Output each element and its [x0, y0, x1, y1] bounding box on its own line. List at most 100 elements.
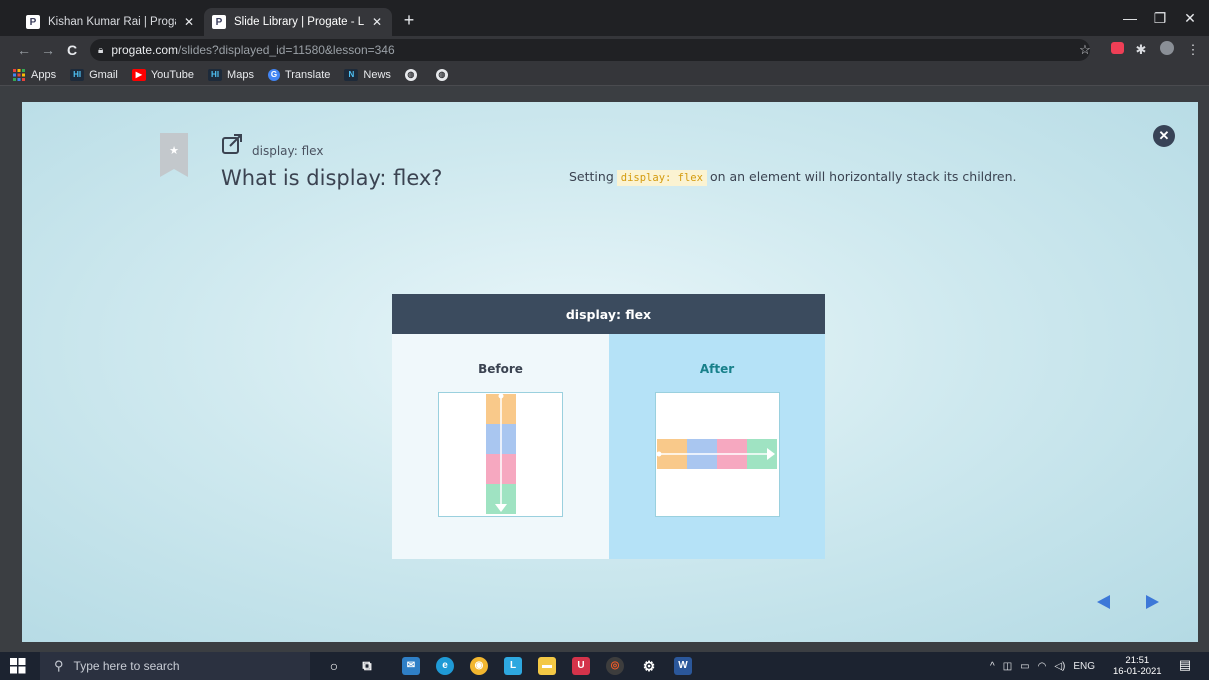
app-l-icon[interactable]: L [504, 657, 522, 675]
tray-chevron-icon[interactable]: ^ [990, 661, 995, 672]
translate-icon: G [267, 68, 280, 81]
slide-modal: ★ display: flex What is display: flex? S… [22, 102, 1198, 642]
after-demo-box [655, 392, 780, 517]
profile-icon[interactable] [1158, 41, 1176, 59]
clock-time: 21:51 [1125, 655, 1150, 666]
bookmark-translate[interactable]: G Translate [267, 68, 331, 81]
new-tab-button[interactable]: + [398, 10, 420, 32]
pocket-icon[interactable] [1108, 41, 1126, 59]
previous-slide-arrow-icon[interactable] [1094, 592, 1114, 612]
tab-title: Slide Library | Progate - Learn to [234, 16, 364, 28]
mail-icon[interactable]: ✉ [402, 657, 420, 675]
taskbar-search-box[interactable]: ⚲ Type here to search [40, 652, 310, 680]
progate-favicon-icon: P [26, 15, 40, 29]
reload-button[interactable]: C [62, 38, 82, 62]
gmail-icon: HI [70, 68, 85, 81]
back-button[interactable]: ← [14, 38, 34, 62]
before-label: Before [478, 362, 523, 376]
after-panel: After [609, 334, 825, 559]
bookmark-label: Gmail [89, 68, 118, 81]
browser-tab[interactable]: P Kishan Kumar Rai | Progate - Lea ✕ [18, 8, 204, 36]
browser-toolbar: ← → C 🔒︎ progate.com /slides?displayed_i… [0, 36, 1209, 64]
horizontal-stack-illustration [656, 439, 777, 469]
svg-text:★: ★ [169, 144, 179, 157]
battery-icon[interactable]: ▭ [1020, 661, 1029, 672]
desc-text: on an element will horizontally stack it… [709, 169, 1017, 184]
bookmark-youtube[interactable]: ▶ YouTube [131, 68, 195, 81]
desc-text: Setting [569, 169, 614, 184]
search-icon: ⚲ [54, 658, 64, 673]
browser-tab-strip: P Kishan Kumar Rai | Progate - Lea ✕ P S… [0, 0, 1209, 36]
file-explorer-icon[interactable]: ▬ [538, 657, 556, 675]
forward-button[interactable]: → [38, 38, 58, 62]
slide-description: Setting display: flex on an element will h… [569, 169, 1017, 186]
taskbar-clock[interactable]: 21:51 16-01-2021 [1113, 655, 1162, 677]
system-tray: ^ ◫ ▭ ◠ ◁) ENG [990, 652, 1103, 680]
bookmark-label: Maps [227, 68, 254, 81]
flex-figure: display: flex Before After [392, 294, 825, 559]
network-icon[interactable]: ◫ [1003, 661, 1012, 672]
desc-code: display: flex [616, 170, 707, 186]
next-slide-arrow-icon[interactable] [1142, 592, 1162, 612]
globe-icon: ◍ [435, 68, 448, 81]
url-host: progate.com [111, 43, 179, 57]
globe-icon: ◍ [404, 68, 417, 81]
tab-title: Kishan Kumar Rai | Progate - Lea [48, 16, 176, 28]
bookmark-maps[interactable]: HI Maps [208, 68, 254, 81]
menu-icon[interactable]: ⋮ [1184, 41, 1202, 59]
bookmark-label: Apps [31, 68, 57, 81]
edge-icon[interactable]: e [436, 657, 454, 675]
apps-icon [12, 68, 26, 81]
search-placeholder: Type here to search [73, 659, 180, 673]
slide-title: What is display: flex? [221, 166, 443, 190]
progate-favicon-icon: P [212, 15, 226, 29]
maps-icon: HI [208, 68, 223, 81]
youtube-icon: ▶ [131, 68, 146, 81]
settings-gear-icon[interactable]: ⚙ [640, 657, 658, 675]
figure-header: display: flex [392, 294, 825, 334]
task-view-icon[interactable]: ⧉ [358, 657, 376, 675]
external-link-icon[interactable] [221, 133, 243, 155]
page-viewport: ★ display: flex What is display: flex? S… [0, 86, 1209, 652]
before-demo-box [438, 392, 563, 517]
lock-icon: 🔒︎ [98, 44, 104, 56]
minimize-button[interactable]: — [1117, 6, 1143, 30]
bookmark-label: YouTube [150, 68, 195, 81]
bookmark-ribbon-icon[interactable]: ★ [160, 133, 188, 177]
clock-date: 16-01-2021 [1113, 666, 1162, 677]
bookmarks-bar: Apps HI Gmail ▶ YouTube HI Maps G Transl… [0, 64, 1209, 86]
windows-start-icon[interactable] [10, 658, 26, 674]
bookmark-label: News [363, 68, 391, 81]
language-indicator[interactable]: ENG [1073, 661, 1095, 672]
bookmark-news[interactable]: N News [344, 68, 391, 81]
windows-taskbar: ⚲ Type here to search ○ ⧉ ✉ e ◉ L ▬ U ◎ … [0, 652, 1209, 680]
address-bar[interactable]: 🔒︎ progate.com /slides?displayed_id=1158… [90, 39, 1090, 61]
media-player-icon[interactable]: ◎ [606, 657, 624, 675]
extensions-icon[interactable]: ✱ [1132, 41, 1150, 59]
browser-tab-active[interactable]: P Slide Library | Progate - Learn to ✕ [204, 8, 392, 36]
tab-close-icon[interactable]: ✕ [182, 15, 196, 29]
bookmark-gmail[interactable]: HI Gmail [70, 68, 118, 81]
maximize-button[interactable]: ❐ [1147, 6, 1173, 30]
bookmark-globe[interactable]: ◍ [404, 68, 422, 81]
star-icon[interactable]: ☆ [1076, 41, 1094, 59]
news-icon: N [344, 68, 359, 81]
chrome-icon[interactable]: ◉ [470, 657, 488, 675]
word-icon[interactable]: W [674, 657, 692, 675]
wifi-icon[interactable]: ◠ [1038, 661, 1047, 672]
mcafee-icon[interactable]: U [572, 657, 590, 675]
volume-icon[interactable]: ◁) [1054, 661, 1065, 672]
url-path: /slides?displayed_id=11580&lesson=346 [178, 43, 395, 57]
after-label: After [699, 362, 735, 376]
cortana-icon[interactable]: ○ [325, 657, 343, 675]
bookmark-apps[interactable]: Apps [12, 68, 57, 81]
vertical-stack-illustration [486, 393, 516, 514]
bookmark-label: Translate [284, 68, 331, 81]
close-slide-button[interactable]: ✕ [1153, 125, 1175, 147]
notification-center-icon[interactable]: ▤ [1176, 657, 1194, 675]
window-close-button[interactable]: ✕ [1177, 6, 1203, 30]
bookmark-globe[interactable]: ◍ [435, 68, 453, 81]
tab-close-icon[interactable]: ✕ [370, 15, 384, 29]
before-panel: Before [392, 334, 609, 559]
slide-subtitle: display: flex [252, 144, 324, 158]
